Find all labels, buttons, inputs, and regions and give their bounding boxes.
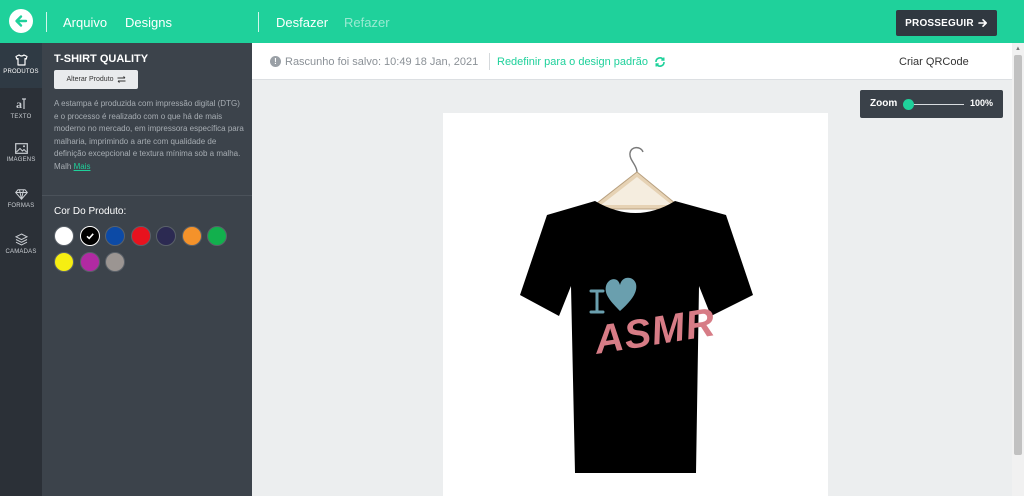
zoom-value: 100% — [970, 98, 994, 108]
color-swatch[interactable] — [79, 226, 100, 246]
tshirt-mockup: ASMR — [520, 146, 753, 473]
scroll-up-arrow[interactable]: ▲ — [1014, 45, 1022, 53]
arrow-right-icon — [978, 19, 987, 27]
editor-area: ! Rascunho foi salvo: 10:49 18 Jan, 2021… — [252, 43, 1012, 496]
designs-menu[interactable]: Designs — [125, 15, 172, 30]
change-product-label: Alterar Produto — [66, 76, 114, 83]
status-bar: ! Rascunho foi salvo: 10:49 18 Jan, 2021… — [252, 43, 1012, 80]
divider — [489, 53, 490, 70]
description-text: A estampa é produzida com impressão digi… — [54, 99, 244, 171]
proceed-button[interactable]: PROSSEGUIR — [896, 10, 997, 36]
arrow-left-icon — [15, 15, 28, 27]
reset-label: Redefinir para o design padrão — [497, 56, 649, 68]
color-swatch[interactable] — [105, 251, 125, 272]
image-icon — [14, 143, 28, 154]
rail-item-shapes[interactable]: FORMAS — [0, 189, 42, 219]
color-swatch[interactable] — [105, 226, 125, 246]
svg-text:a: a — [16, 97, 22, 111]
change-product-button[interactable]: Alterar Produto — [54, 70, 138, 89]
design-canvas[interactable]: ASMR — [443, 113, 828, 496]
product-title: T-SHIRT QUALITY — [54, 53, 149, 65]
check-icon — [85, 233, 94, 240]
zoom-slider-handle[interactable] — [903, 99, 914, 110]
top-bar: Arquivo Designs Desfazer Refazer PROSSEG… — [0, 0, 1024, 43]
diamond-icon — [14, 189, 28, 200]
scrollbar-thumb[interactable] — [1014, 55, 1022, 455]
refresh-icon — [655, 57, 665, 67]
color-title: Cor Do Produto: — [54, 206, 127, 217]
color-swatch[interactable] — [79, 251, 100, 272]
divider — [258, 12, 259, 32]
rail-label: CAMADAS — [5, 249, 37, 255]
rail-label: TEXTO — [10, 114, 32, 120]
rail-label: FORMAS — [7, 203, 35, 209]
info-icon: ! — [270, 56, 281, 67]
proceed-label: PROSSEGUIR — [905, 17, 974, 29]
color-swatch[interactable] — [54, 226, 74, 246]
color-swatch[interactable] — [156, 226, 176, 246]
redo-button[interactable]: Refazer — [344, 15, 390, 30]
swap-icon — [117, 76, 126, 83]
zoom-track[interactable] — [908, 104, 964, 105]
tool-rail: PRODUTOS a TEXTO IMAGENS FORMAS CAMADAS — [0, 43, 42, 496]
rail-label: PRODUTOS — [3, 69, 39, 75]
hanger-hook — [629, 146, 644, 173]
rail-item-layers[interactable]: CAMADAS — [0, 233, 42, 263]
reset-design-link[interactable]: Redefinir para o design padrão — [497, 56, 666, 68]
more-link[interactable]: Mais — [74, 162, 91, 171]
color-swatch[interactable] — [130, 226, 151, 246]
zoom-control: Zoom 100% — [860, 90, 1003, 118]
rail-label: IMAGENS — [6, 157, 36, 163]
color-swatch[interactable] — [181, 226, 202, 246]
rail-item-text[interactable]: a TEXTO — [0, 97, 42, 127]
rail-item-images[interactable]: IMAGENS — [0, 143, 42, 173]
color-swatch[interactable] — [207, 226, 227, 246]
undo-button[interactable]: Desfazer — [276, 15, 328, 30]
panel-divider — [42, 195, 252, 196]
tshirt-icon — [14, 54, 28, 66]
saved-status: Rascunho foi salvo: 10:49 18 Jan, 2021 — [285, 56, 479, 68]
file-menu[interactable]: Arquivo — [63, 15, 107, 30]
layers-icon — [14, 233, 28, 246]
zoom-label: Zoom — [870, 98, 898, 109]
rail-item-products[interactable]: PRODUTOS — [0, 43, 42, 88]
text-icon: a — [16, 97, 26, 111]
product-panel: T-SHIRT QUALITY Alterar Produto A estamp… — [42, 43, 252, 496]
color-swatch[interactable] — [54, 251, 74, 272]
product-description: A estampa é produzida com impressão digi… — [54, 98, 244, 173]
create-qrcode-link[interactable]: Criar QRCode — [899, 56, 969, 68]
back-button[interactable] — [9, 9, 33, 33]
divider — [46, 12, 47, 32]
